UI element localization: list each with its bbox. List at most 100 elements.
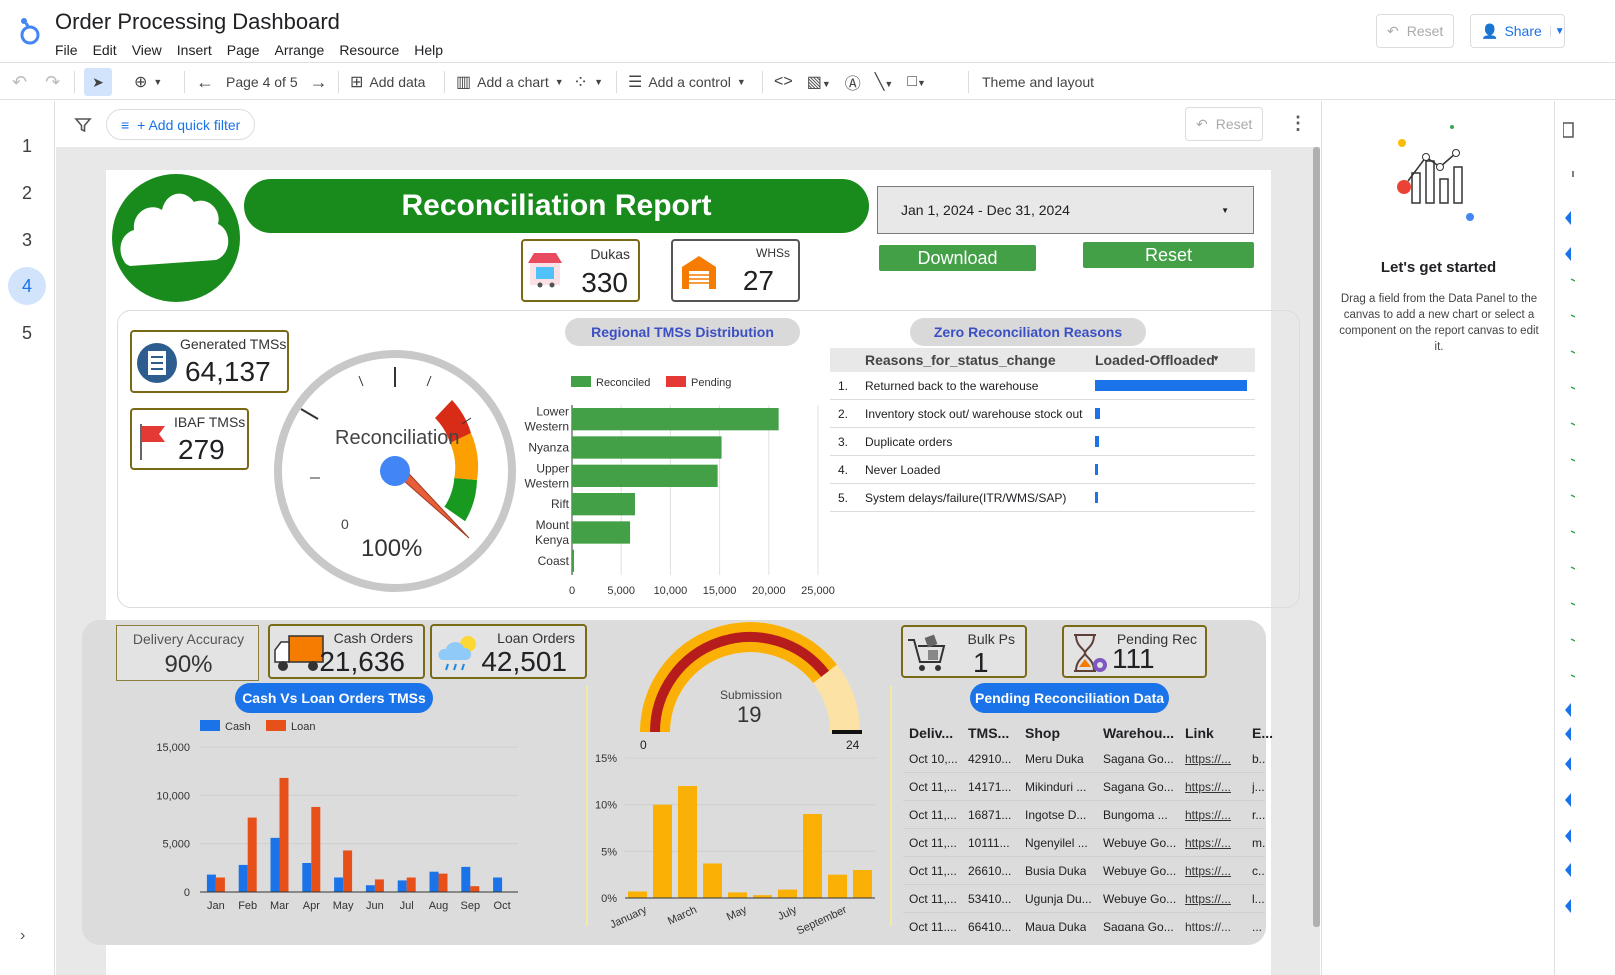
embed-code-icon[interactable]: <> <box>774 73 793 91</box>
pending-table-row[interactable]: Oct 11,... 16871... Ingotse D... Bungoma ..… <box>903 801 1265 829</box>
pending-table-row[interactable]: Oct 11,... 26610... Busia Duka Webuye Go...… <box>903 857 1265 885</box>
col-tms[interactable]: TMS... <box>968 725 1009 741</box>
filter-icon[interactable] <box>74 116 92 134</box>
page-tab-5[interactable]: 5 <box>8 314 46 352</box>
theme-layout-button[interactable]: Theme and layout <box>982 63 1094 101</box>
cash-loan-bar[interactable] <box>247 817 257 892</box>
pending-cell[interactable]: https://... <box>1185 864 1231 878</box>
add-control-button[interactable]: ☰ Add a control ▼ <box>628 63 746 101</box>
canvas-scrollbar[interactable] <box>1313 147 1320 927</box>
header-reset-button[interactable]: ↶ Reset <box>1376 14 1455 48</box>
zoom-dropdown-icon[interactable]: ▼ <box>153 77 162 87</box>
pending-cell[interactable]: https://... <box>1185 892 1231 906</box>
col-shop[interactable]: Shop <box>1025 725 1060 741</box>
cash-loan-bar[interactable] <box>238 864 248 892</box>
cash-loan-bar[interactable] <box>493 877 503 893</box>
shape-icon[interactable]: □▼ <box>907 73 926 91</box>
cash-loan-bar[interactable] <box>397 880 407 892</box>
cash-loan-bar[interactable] <box>302 863 312 892</box>
pending-table-row[interactable]: Oct 11,... 66410... Maua Duka Sagana Go... h… <box>903 913 1265 931</box>
monthly-bar[interactable] <box>653 804 672 898</box>
cash-loan-bar[interactable] <box>215 877 225 893</box>
regional-bar[interactable] <box>572 493 635 516</box>
text-box-icon[interactable]: Ⓐ <box>845 70 861 94</box>
filter-reset-button[interactable]: ↶ Reset <box>1185 107 1264 141</box>
next-page-icon[interactable]: → <box>310 72 328 93</box>
monthly-bar[interactable] <box>678 786 697 898</box>
menu-page[interactable]: Page <box>227 42 260 58</box>
reason-row[interactable]: 4. Never Loaded <box>830 456 1255 484</box>
col-delivery[interactable]: Deliv... <box>909 725 953 741</box>
line-icon[interactable]: ╲▼ <box>875 72 894 92</box>
cash-loan-bar[interactable] <box>470 886 480 892</box>
cash-loan-bar[interactable] <box>270 837 280 892</box>
pending-cell[interactable]: https://... <box>1185 920 1231 931</box>
page-tab-3[interactable]: 3 <box>8 221 46 259</box>
menu-view[interactable]: View <box>132 42 162 58</box>
redo-icon[interactable]: ↷ <box>45 72 60 93</box>
previous-page-icon[interactable]: ← <box>196 72 214 93</box>
add-data-button[interactable]: ⊞ Add data <box>350 63 425 101</box>
more-options-icon[interactable]: ⋮ <box>1289 113 1307 134</box>
report-reset-button[interactable]: Reset <box>1083 242 1254 268</box>
regional-bar-chart[interactable]: Reconciled Pending 0 5,000 10,000 15,000 20,00… <box>515 370 845 605</box>
cash-loan-bar[interactable] <box>374 879 384 892</box>
cash-loan-bar[interactable] <box>334 877 344 893</box>
monthly-bar[interactable] <box>703 863 722 898</box>
add-quick-filter-button[interactable]: ≡ + Add quick filter <box>106 109 256 140</box>
page-tab-2[interactable]: 2 <box>8 174 46 212</box>
page-tab-4[interactable]: 4 <box>8 267 46 305</box>
reasons-col-header[interactable]: Reasons_for_status_change <box>865 352 1056 368</box>
menu-help[interactable]: Help <box>414 42 443 58</box>
document-title[interactable]: Order Processing Dashboard <box>55 9 340 35</box>
menu-edit[interactable]: Edit <box>93 42 117 58</box>
reason-row[interactable]: 3. Duplicate orders <box>830 428 1255 456</box>
cash-loan-bar[interactable] <box>279 777 289 892</box>
date-range-control[interactable]: Jan 1, 2024 - Dec 31, 2024 ▼ <box>877 186 1254 234</box>
regional-bar[interactable] <box>572 436 722 459</box>
expand-panel-icon[interactable]: › <box>20 927 25 945</box>
regional-bar[interactable] <box>572 408 779 431</box>
menu-file[interactable]: File <box>55 42 78 58</box>
reason-row[interactable]: 1. Returned back to the warehouse <box>830 372 1255 400</box>
cash-loan-bar-chart[interactable]: Cash Loan 0 5,000 10,000 15,000 Jan Feb Mar Apr Ma… <box>140 715 580 915</box>
col-link[interactable]: Link <box>1185 725 1214 741</box>
cash-loan-bar[interactable] <box>461 866 471 892</box>
share-dropdown-icon[interactable]: ▼ <box>1549 25 1565 37</box>
download-button[interactable]: Download <box>879 245 1036 271</box>
cash-loan-bar[interactable] <box>365 885 375 892</box>
pending-cell[interactable]: https://... <box>1185 808 1231 822</box>
loaded-col-header[interactable]: Loaded-Offloaded <box>1095 352 1215 368</box>
select-cursor-icon[interactable]: ➤ <box>84 68 112 96</box>
monthly-bar[interactable] <box>803 814 822 898</box>
pending-cell[interactable]: https://... <box>1185 752 1231 766</box>
regional-bar[interactable] <box>572 464 718 487</box>
zoom-icon[interactable]: ⊕ <box>134 72 147 92</box>
pending-cell[interactable]: https://... <box>1185 836 1231 850</box>
regional-bar[interactable] <box>572 521 631 544</box>
cash-loan-bar[interactable] <box>343 850 353 892</box>
add-chart-button[interactable]: ▥ Add a chart ▼ <box>456 63 564 101</box>
pending-table-row[interactable]: Oct 10,... 42910... Meru Duka Sagana Go... h… <box>903 745 1265 773</box>
monthly-bar[interactable] <box>728 892 747 898</box>
monthly-bar[interactable] <box>853 870 872 898</box>
menu-arrange[interactable]: Arrange <box>275 42 325 58</box>
pending-cell[interactable]: https://... <box>1185 780 1231 794</box>
sort-desc-icon[interactable]: ▼ <box>1212 354 1220 363</box>
reason-row[interactable]: 5. System delays/failure(ITR/WMS/SAP) <box>830 484 1255 512</box>
page-tab-1[interactable]: 1 <box>8 127 46 165</box>
pending-table-row[interactable]: Oct 11,... 53410... Ugunja Du... Webuye Go.… <box>903 885 1265 913</box>
monthly-bar[interactable] <box>828 874 847 898</box>
regional-bar[interactable] <box>572 549 574 572</box>
cash-loan-bar[interactable] <box>206 874 216 892</box>
pending-table-row[interactable]: Oct 11,... 14171... Mikinduri ... Sagana Go… <box>903 773 1265 801</box>
menu-insert[interactable]: Insert <box>177 42 212 58</box>
cash-loan-bar[interactable] <box>438 873 448 892</box>
monthly-bar[interactable] <box>628 891 647 898</box>
pending-table-row[interactable]: Oct 11,... 10111... Ngenyilel ... Webuye Go… <box>903 829 1265 857</box>
community-viz-button[interactable]: ⁘ ▼ <box>573 63 603 101</box>
menu-resource[interactable]: Resource <box>339 42 399 58</box>
image-icon[interactable]: ▧▼ <box>807 72 831 92</box>
cash-loan-bar[interactable] <box>311 806 321 892</box>
col-extra[interactable]: E... <box>1252 725 1273 741</box>
